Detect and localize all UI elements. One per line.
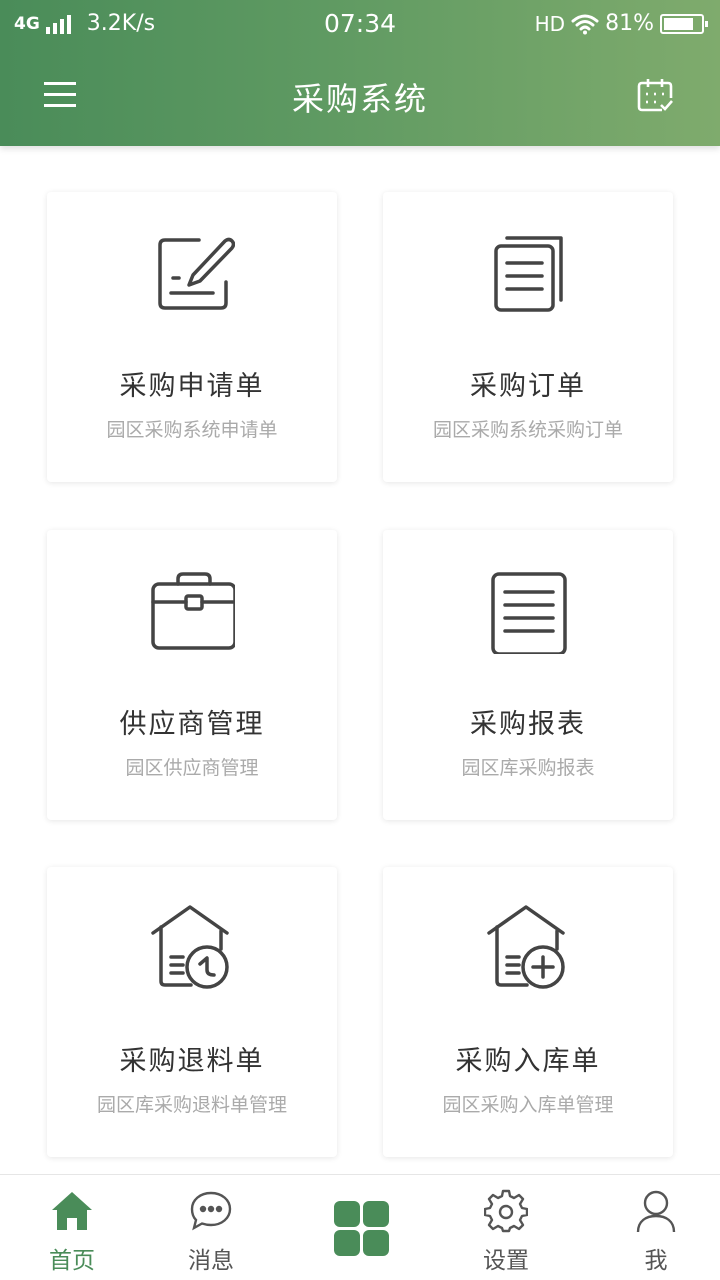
- warehouse-return-icon: [151, 905, 229, 989]
- wifi-icon: [571, 14, 599, 34]
- bottom-tab-bar: 首页 消息 设置 我: [0, 1174, 720, 1280]
- card-subtitle: 园区采购入库单管理: [442, 1094, 614, 1116]
- card-title: 采购申请单: [119, 371, 265, 402]
- card-purchase-request[interactable]: 采购申请单 园区采购系统申请单: [47, 192, 337, 482]
- tab-label: 消息: [188, 1248, 234, 1274]
- battery-icon: [660, 13, 708, 34]
- battery-percent: 81%: [605, 11, 654, 36]
- card-subtitle: 园区采购系统采购订单: [432, 419, 623, 441]
- edit-form-icon: [158, 237, 235, 310]
- briefcase-icon: [151, 572, 235, 650]
- status-right: HD 81%: [534, 11, 708, 36]
- page-title: 采购系统: [291, 80, 428, 118]
- warehouse-add-icon: [487, 905, 565, 989]
- app-header: 4G 3.2K/s 07:34 HD 81% 采购系统: [0, 0, 720, 146]
- tab-label: 我: [644, 1248, 668, 1274]
- card-subtitle: 园区库采购报表: [461, 757, 595, 779]
- card-title: 供应商管理: [119, 709, 265, 740]
- tab-label: 首页: [49, 1248, 95, 1274]
- card-subtitle: 园区供应商管理: [125, 757, 259, 779]
- status-bar: 4G 3.2K/s 07:34 HD 81%: [0, 0, 720, 48]
- tab-me[interactable]: 我: [584, 1175, 720, 1280]
- tab-label: 设置: [483, 1248, 529, 1274]
- grid-icon[interactable]: [334, 1201, 390, 1257]
- tab-settings[interactable]: 设置: [434, 1175, 578, 1280]
- card-subtitle: 园区库采购退料单管理: [96, 1094, 287, 1116]
- chat-icon: [190, 1191, 232, 1231]
- document-stack-icon: [494, 236, 563, 312]
- hd-indicator: HD: [534, 11, 566, 36]
- card-purchase-inbound[interactable]: 采购入库单 园区采购入库单管理: [383, 867, 673, 1157]
- home-icon: [52, 1192, 92, 1230]
- card-purchase-order[interactable]: 采购订单 园区采购系统采购订单: [383, 192, 673, 482]
- card-title: 采购退料单: [119, 1046, 265, 1077]
- card-subtitle: 园区采购系统申请单: [106, 419, 278, 441]
- card-supplier-management[interactable]: 供应商管理 园区供应商管理: [47, 530, 337, 820]
- tab-messages[interactable]: 消息: [139, 1175, 283, 1280]
- card-title: 采购报表: [470, 709, 586, 740]
- card-purchase-report[interactable]: 采购报表 园区库采购报表: [383, 530, 673, 820]
- gear-icon: [484, 1189, 528, 1233]
- card-title: 采购入库单: [455, 1046, 601, 1077]
- card-purchase-return[interactable]: 采购退料单 园区库采购退料单管理: [47, 867, 337, 1157]
- user-icon: [636, 1190, 676, 1233]
- card-title: 采购订单: [470, 371, 586, 402]
- battery-fill: [664, 17, 694, 30]
- calendar-icon[interactable]: [636, 76, 674, 114]
- report-icon: [491, 572, 567, 654]
- tab-home[interactable]: 首页: [0, 1175, 144, 1280]
